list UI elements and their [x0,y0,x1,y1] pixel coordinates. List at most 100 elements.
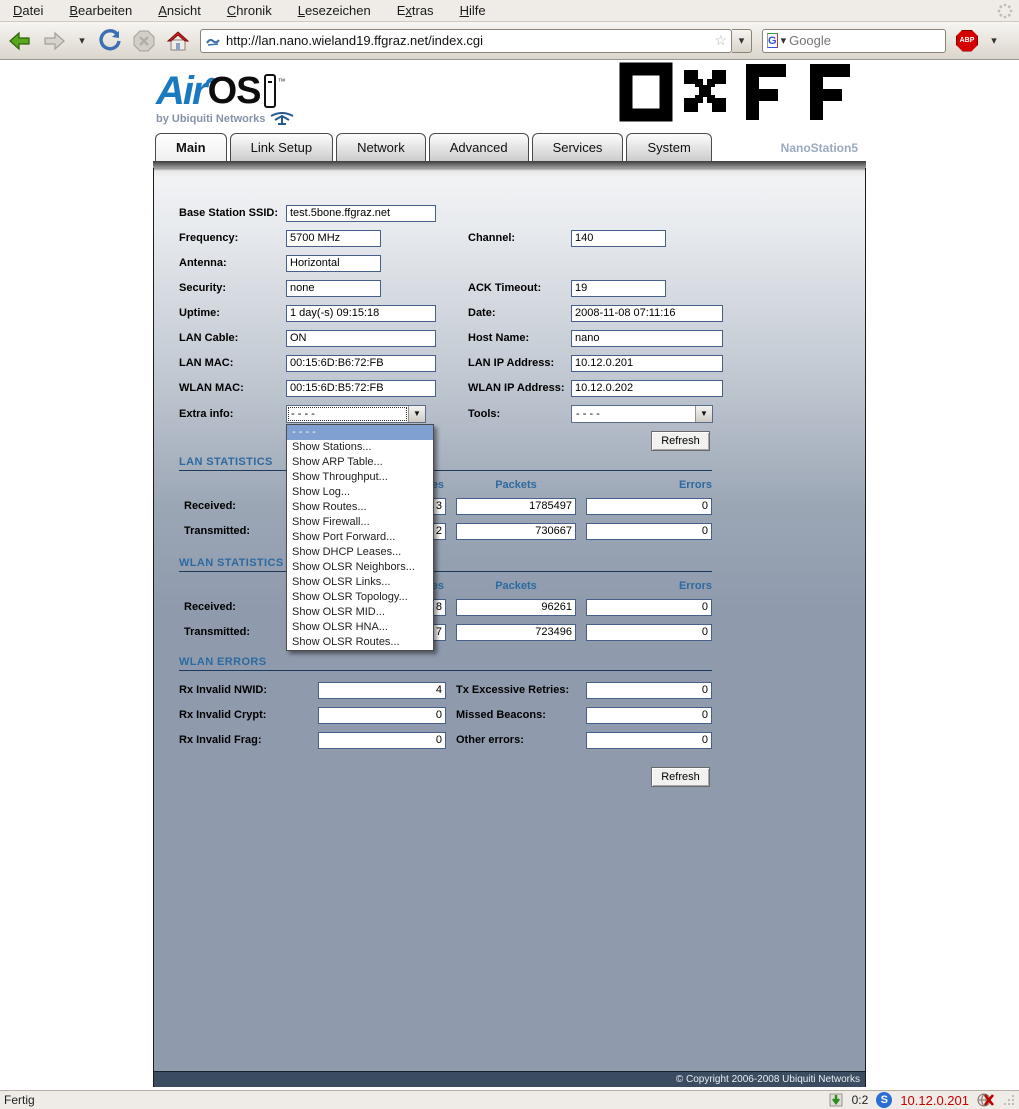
refresh-button-bottom[interactable]: Refresh [651,767,710,787]
tools-select[interactable]: - - - - ▼ [571,405,713,423]
tab-main[interactable]: Main [155,133,227,161]
dropdown-option[interactable]: Show Firewall... [287,515,433,530]
resize-grip[interactable] [1003,1094,1015,1106]
menu-extras[interactable]: Extras [394,2,437,19]
url-dropdown-button[interactable]: ▾ [732,29,752,53]
tab-advanced[interactable]: Advanced [429,133,529,161]
wlan-received-packets-field[interactable]: 96261 [456,599,576,616]
tab-system[interactable]: System [626,133,711,161]
wlan-col-packets: Packets [456,580,576,592]
frequency-label: Frequency: [179,230,238,247]
menu-bearbeiten[interactable]: Bearbeiten [66,2,135,19]
select-arrow-icon[interactable]: ▼ [408,406,425,422]
tab-ridge [153,161,866,168]
uptime-field[interactable]: 1 day(-s) 09:15:18 [286,305,436,322]
nav-history-chevron-icon[interactable]: ▾ [76,34,88,47]
url-bar[interactable]: ☆ [200,29,732,53]
wlan-ip-field[interactable]: 10.12.0.202 [571,380,723,397]
search-bar[interactable]: G ▾ [762,29,946,53]
dropdown-option[interactable]: Show ARP Table... [287,455,433,470]
dropdown-option[interactable]: Show Log... [287,485,433,500]
stop-button[interactable] [132,29,156,53]
search-engine-icon[interactable]: G [767,33,778,48]
dropdown-option[interactable]: Show OLSR Routes... [287,635,433,650]
rx-invalid-nwid-field[interactable]: 4 [318,682,446,699]
lan-mac-field[interactable]: 00:15:6D:B6:72:FB [286,355,436,372]
blocked-globe-icon[interactable] [977,1092,995,1108]
tab-link-setup[interactable]: Link Setup [230,133,333,161]
lan-transmitted-label: Transmitted: [184,523,250,540]
url-input[interactable] [226,33,709,48]
date-field[interactable]: 2008-11-08 07:11:16 [571,305,723,322]
host-name-field[interactable]: nano [571,330,723,347]
lan-transmitted-packets-field[interactable]: 730667 [456,523,576,540]
wlan-errors-title: WLAN ERRORS [179,656,267,668]
home-button[interactable] [166,29,190,53]
noscript-icon[interactable]: S [876,1092,892,1108]
search-input[interactable] [789,33,965,48]
wlan-ip-label: WLAN IP Address: [468,380,565,397]
select-arrow-icon[interactable]: ▼ [695,406,712,422]
tab-network[interactable]: Network [336,133,426,161]
back-button[interactable] [8,29,32,53]
lan-col-packets: Packets [456,479,576,491]
menu-lesezeichen[interactable]: Lesezeichen [295,2,374,19]
lan-transmitted-errors-field[interactable]: 0 [586,523,712,540]
ssid-field[interactable]: test.5bone.ffgraz.net [286,205,436,222]
antenna-icon [269,112,295,126]
dropdown-option[interactable]: Show Port Forward... [287,530,433,545]
wlan-transmitted-errors-field[interactable]: 0 [586,624,712,641]
download-status-icon[interactable] [828,1092,844,1108]
menu-chronik[interactable]: Chronik [224,2,275,19]
missed-beacons-field[interactable]: 0 [586,707,712,724]
menu-datei[interactable]: Datei [10,2,46,19]
status-bar: Fertig 0:2 S 10.12.0.201 [0,1090,1019,1109]
lan-stats-rule [179,470,712,471]
antenna-label: Antenna: [179,255,227,272]
dropdown-option[interactable]: Show DHCP Leases... [287,545,433,560]
other-errors-label: Other errors: [456,732,524,749]
dropdown-option[interactable]: Show OLSR Neighbors... [287,560,433,575]
menu-hilfe[interactable]: Hilfe [457,2,489,19]
dropdown-option[interactable]: Show OLSR Topology... [287,590,433,605]
dropdown-option[interactable]: Show Stations... [287,440,433,455]
dropdown-option[interactable]: - - - - [287,425,433,440]
tx-excessive-retries-field[interactable]: 0 [586,682,712,699]
dropdown-option[interactable]: Show OLSR MID... [287,605,433,620]
other-errors-field[interactable]: 0 [586,732,712,749]
lan-ip-field[interactable]: 10.12.0.201 [571,355,723,372]
dropdown-option[interactable]: Show Throughput... [287,470,433,485]
dropdown-option[interactable]: Show OLSR HNA... [287,620,433,635]
lan-cable-field[interactable]: ON [286,330,436,347]
wlan-transmitted-packets-field[interactable]: 723496 [456,624,576,641]
dropdown-option[interactable]: Show OLSR Links... [287,575,433,590]
security-field[interactable]: none [286,280,381,297]
ack-timeout-field[interactable]: 19 [571,280,666,297]
lan-received-packets-field[interactable]: 1785497 [456,498,576,515]
throbber-icon [997,3,1013,22]
airos-logo-os: OS [208,72,261,110]
tools-label: Tools: [468,406,500,423]
antenna-field[interactable]: Horizontal [286,255,381,272]
reload-button[interactable] [98,29,122,53]
forward-button[interactable] [42,29,66,53]
lan-received-errors-field[interactable]: 0 [586,498,712,515]
showip-address[interactable]: 10.12.0.201 [900,1093,969,1108]
menu-ansicht[interactable]: Ansicht [155,2,204,19]
lan-ip-label: LAN IP Address: [468,355,554,372]
extra-info-select[interactable]: - - - - ▼ [286,405,426,423]
noscript-counter: 0:2 [852,1093,869,1107]
bookmark-star-icon[interactable]: ☆ [714,32,727,49]
toolbar-overflow-chevron-icon[interactable]: ▾ [988,34,1000,47]
rx-invalid-frag-field[interactable]: 0 [318,732,446,749]
dropdown-option[interactable]: Show Routes... [287,500,433,515]
search-engine-chevron-icon[interactable]: ▾ [781,34,787,47]
rx-invalid-crypt-field[interactable]: 0 [318,707,446,724]
frequency-field[interactable]: 5700 MHz [286,230,381,247]
tab-services[interactable]: Services [532,133,624,161]
page: Air OS ™ by Ubiquiti Networks NanoStati [0,60,1019,1090]
refresh-button-top[interactable]: Refresh [651,431,710,451]
channel-field[interactable]: 140 [571,230,666,247]
wlan-received-errors-field[interactable]: 0 [586,599,712,616]
wlan-mac-field[interactable]: 00:15:6D:B5:72:FB [286,380,436,397]
